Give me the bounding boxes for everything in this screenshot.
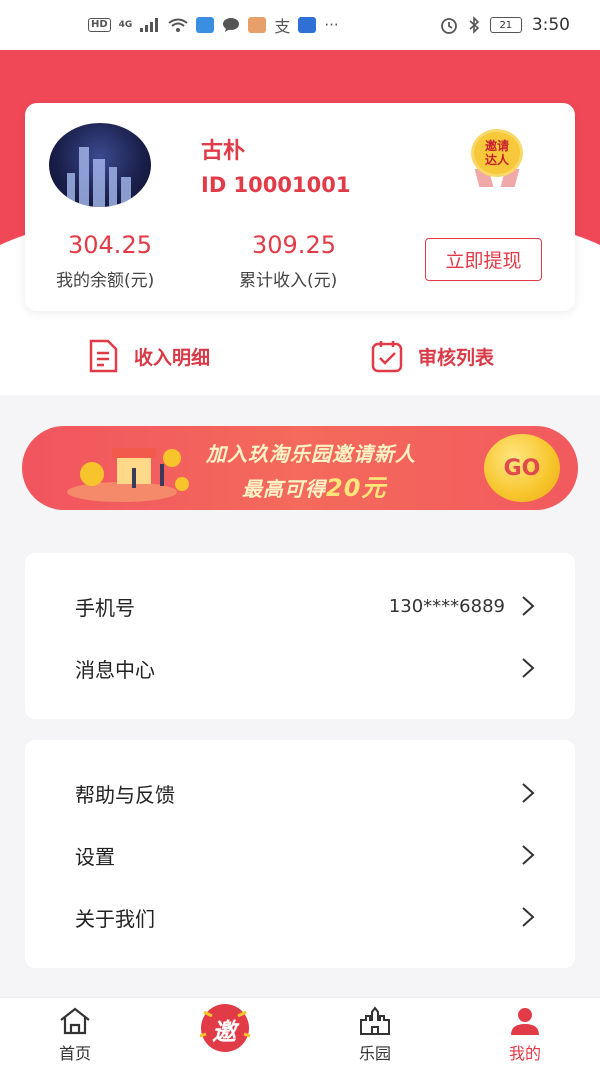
alipay-icon: 支: [274, 17, 291, 36]
chat-bubble-icon: [223, 18, 240, 32]
wifi-icon: [168, 18, 188, 32]
banner-subtitle: 最高可得20元: [242, 468, 386, 503]
chevron-right-icon: [522, 907, 535, 927]
app-notification-icon: [248, 17, 267, 33]
phone-row[interactable]: 手机号 130****6889: [25, 575, 575, 637]
about-us-row[interactable]: 关于我们: [25, 886, 575, 948]
bottom-tab-bar: 首页 邀 乐园 我的: [0, 997, 600, 1067]
user-icon: [511, 1008, 539, 1035]
settings-row[interactable]: 设置: [25, 824, 575, 886]
user-id: ID 10001001: [201, 173, 351, 197]
income-detail-label: 收入明细: [134, 346, 211, 369]
about-us-label: 关于我们: [75, 906, 155, 931]
gift-illustration-icon: [67, 448, 189, 502]
invite-banner[interactable]: 加入玖淘乐园邀请新人 最高可得20元 GO: [22, 426, 578, 510]
tab-home-label: 首页: [58, 1044, 91, 1063]
balance-label: 我的余额(元): [56, 271, 155, 291]
profile-card: 古朴 ID 10001001 邀请 达人 304.25 我的余额(元) 309.…: [25, 103, 575, 311]
castle-icon: [360, 1006, 390, 1035]
banner-subtitle-prefix: 最高可得: [242, 477, 326, 501]
account-menu-group: 手机号 130****6889 消息中心: [25, 553, 575, 719]
tab-park[interactable]: 乐园: [335, 1006, 415, 1064]
alarm-icon: [440, 18, 457, 34]
network-type: 4G: [118, 20, 133, 30]
app-notification-icon: [196, 17, 215, 33]
support-menu-group: 帮助与反馈 设置 关于我们: [25, 740, 575, 968]
income-label: 累计收入(元): [239, 271, 338, 291]
settings-label: 设置: [75, 844, 115, 869]
phone-label: 手机号: [75, 595, 135, 620]
income-value: 309.25: [252, 231, 336, 259]
avatar[interactable]: [49, 123, 151, 207]
review-list-link[interactable]: 审核列表: [370, 338, 494, 374]
badge-line-1: 邀请: [484, 139, 509, 153]
invite-master-badge: 邀请 达人: [467, 129, 527, 187]
tab-park-label: 乐园: [358, 1044, 391, 1063]
review-list-label: 审核列表: [418, 346, 495, 369]
message-center-row[interactable]: 消息中心: [25, 637, 575, 699]
bluetooth-icon: [469, 16, 479, 34]
chevron-right-icon: [522, 783, 535, 803]
phone-value: 130****6889: [388, 595, 505, 617]
badge-line-2: 达人: [484, 153, 509, 167]
withdraw-button[interactable]: 立即提现: [425, 238, 542, 281]
tab-mine[interactable]: 我的: [485, 1006, 565, 1064]
document-icon: [89, 339, 118, 373]
signal-icon: [140, 18, 159, 32]
balance-value: 304.25: [68, 231, 152, 259]
home-icon: [60, 1007, 90, 1035]
hd-indicator: HD: [88, 18, 111, 32]
help-feedback-row[interactable]: 帮助与反馈: [25, 762, 575, 824]
checklist-icon: [371, 341, 403, 373]
status-bar: HD 4G 支 ··· 21 3:50: [0, 0, 600, 50]
help-feedback-label: 帮助与反馈: [75, 782, 175, 807]
more-notifications: ···: [324, 16, 339, 34]
tab-invite[interactable]: 邀: [190, 996, 260, 1056]
chevron-right-icon: [522, 596, 535, 616]
clock: 3:50: [531, 15, 570, 35]
app-notification-icon: [298, 17, 317, 33]
banner-amount: 20元: [326, 474, 387, 502]
user-name: 古朴: [201, 139, 246, 164]
income-detail-link[interactable]: 收入明细: [86, 338, 210, 374]
battery-icon: 21: [489, 17, 522, 33]
tab-home[interactable]: 首页: [35, 1006, 115, 1064]
chevron-right-icon: [522, 658, 535, 678]
tab-mine-label: 我的: [508, 1044, 541, 1063]
chevron-right-icon: [522, 845, 535, 865]
message-center-label: 消息中心: [75, 657, 155, 682]
go-button[interactable]: GO: [484, 434, 560, 502]
banner-title: 加入玖淘乐园邀请新人: [206, 442, 416, 466]
tab-invite-label: 邀: [212, 1018, 236, 1046]
